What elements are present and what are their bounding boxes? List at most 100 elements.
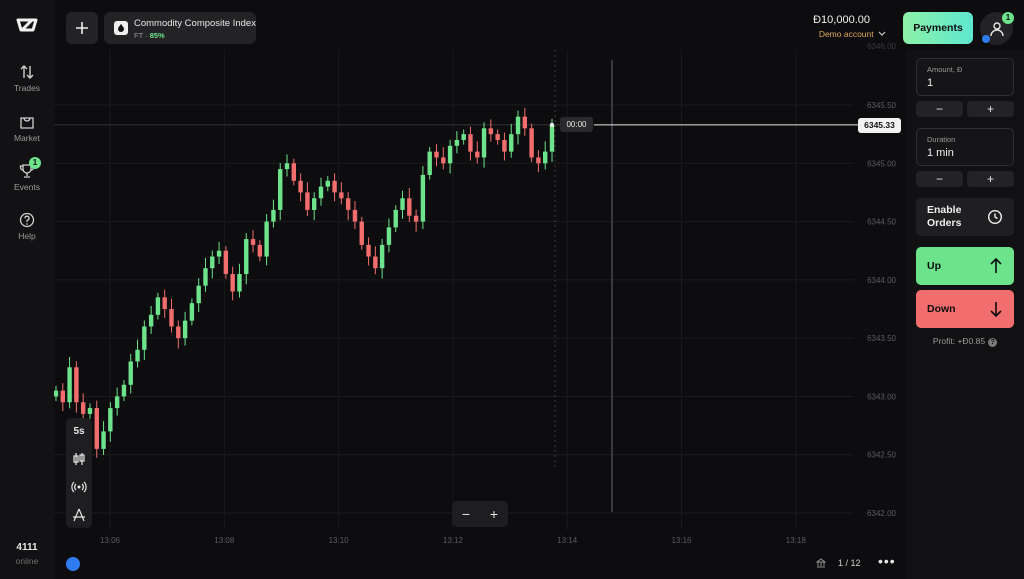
candle-body	[60, 390, 65, 403]
question-circle-icon	[19, 212, 35, 228]
clock-icon	[987, 209, 1003, 225]
status-dot	[982, 35, 990, 43]
candle-body	[264, 221, 269, 257]
candle-body	[468, 134, 473, 152]
sidebar-item-trades[interactable]: Trades	[0, 64, 54, 93]
y-tick-label: 6343.00	[867, 392, 896, 401]
account-type-dropdown[interactable]: Demo account	[790, 29, 886, 39]
candle-body	[278, 169, 283, 210]
zoom-controls: − +	[452, 501, 508, 527]
candle-body	[257, 244, 263, 257]
drawing-tools-button[interactable]	[66, 502, 92, 528]
payments-button[interactable]: Payments	[903, 12, 973, 44]
duration-field[interactable]: Duration 1 min	[916, 128, 1014, 166]
profile-button[interactable]: 1	[980, 12, 1014, 45]
candle-body	[74, 367, 79, 403]
y-tick-label: 6343.50	[867, 334, 896, 343]
add-asset-button[interactable]	[66, 12, 98, 44]
price-chart[interactable]: 6345.50 6345.00 6344.50 6344.00 6343.50 6343.…	[54, 0, 906, 579]
basket-icon	[20, 117, 34, 129]
sidebar: Trades Market Events 1 Help 4111 online	[0, 0, 54, 579]
candle-body	[291, 163, 297, 181]
candle-body	[318, 186, 324, 199]
arrow-down-icon	[990, 302, 1002, 317]
candle-body	[244, 239, 249, 275]
duration-decrease-button[interactable]: −	[916, 171, 963, 187]
candle-body	[502, 139, 507, 152]
candle-body	[108, 408, 113, 432]
candle-body	[216, 250, 222, 257]
candle-body	[196, 285, 201, 304]
candle-interval-button[interactable]: 5s	[66, 418, 92, 444]
logo-icon	[16, 18, 38, 32]
duration-label: Duration	[927, 135, 956, 144]
zoom-in-button[interactable]: +	[480, 501, 508, 527]
asset-name: Commodity Composite Index	[134, 18, 256, 29]
chart-type-button[interactable]	[66, 446, 92, 472]
amount-field[interactable]: Amount, Đ 1	[916, 58, 1014, 96]
timeline-scroll-handle[interactable]	[66, 557, 80, 571]
enable-orders-button[interactable]: Enable Orders	[916, 198, 1014, 236]
page-indicator: 1 / 12	[838, 558, 861, 568]
candle-body	[366, 244, 371, 257]
candle-body	[352, 209, 358, 222]
sidebar-item-events[interactable]: Events 1	[0, 157, 54, 192]
sidebar-item-label: Help	[18, 231, 36, 241]
candle-body	[80, 402, 86, 414]
candle-body	[135, 349, 140, 362]
candle-body	[407, 198, 412, 216]
asset-drop-icon	[114, 21, 128, 35]
sidebar-item-label: Market	[14, 133, 40, 143]
profile-badge: 1	[1002, 12, 1014, 24]
candle-body	[332, 180, 337, 193]
x-tick-label: 13:12	[443, 536, 464, 545]
candle-body	[284, 163, 290, 170]
profit-info: Profit: +Đ0.85?	[916, 336, 1014, 347]
candle-body	[128, 361, 133, 385]
candle-body	[420, 174, 426, 222]
sidebar-item-market[interactable]: Market	[0, 114, 54, 143]
current-price-dot	[550, 122, 554, 127]
candlestick-icon	[73, 453, 85, 465]
asset-subtitle: FT · 85%	[134, 31, 165, 40]
more-options-button[interactable]: •••	[878, 553, 896, 569]
asset-selector[interactable]: Commodity Composite Index FT · 85%	[104, 12, 256, 44]
candle-body	[148, 314, 154, 327]
candle-body	[393, 209, 398, 228]
amount-increase-button[interactable]: +	[967, 101, 1014, 117]
candle-body	[488, 128, 494, 135]
candle-body	[345, 198, 351, 210]
candle-body	[379, 244, 385, 269]
arrows-up-down-icon	[20, 65, 34, 79]
account-balance: Đ10,000.00	[813, 14, 870, 26]
candle-body	[101, 431, 106, 449]
candle-body	[441, 157, 446, 164]
candle-body	[142, 326, 147, 350]
candle-body	[169, 309, 174, 327]
candle-body	[237, 274, 242, 292]
account-type: Demo account	[818, 29, 874, 39]
candle-body	[461, 134, 466, 140]
trade-panel: Amount, Đ 1 − + Duration 1 min − + Enabl…	[906, 50, 1024, 579]
sidebar-item-label: Events	[14, 182, 40, 192]
amount-value: 1	[927, 77, 934, 89]
expiry-timer: 00:00	[560, 117, 593, 132]
amount-decrease-button[interactable]: −	[916, 101, 963, 117]
candle-body	[271, 209, 276, 222]
candle-body	[447, 145, 453, 164]
candle-body	[189, 303, 195, 321]
zoom-out-button[interactable]: −	[452, 501, 480, 527]
help-icon[interactable]: ?	[988, 338, 998, 347]
candle-body	[475, 151, 480, 158]
down-button[interactable]: Down	[916, 290, 1014, 328]
enable-orders-label: Enable Orders	[927, 204, 962, 229]
candle-body	[54, 390, 59, 397]
plus-icon	[76, 22, 88, 34]
candle-body	[94, 408, 99, 449]
up-button[interactable]: Up	[916, 247, 1014, 285]
duration-increase-button[interactable]: +	[967, 171, 1014, 187]
indicators-button[interactable]	[66, 474, 92, 500]
x-tick-label: 13:14	[557, 536, 578, 545]
sidebar-item-help[interactable]: Help	[0, 212, 54, 241]
chart-plot[interactable]: 6345.50 6345.00 6344.50 6344.00 6343.50 6343.…	[54, 0, 906, 579]
